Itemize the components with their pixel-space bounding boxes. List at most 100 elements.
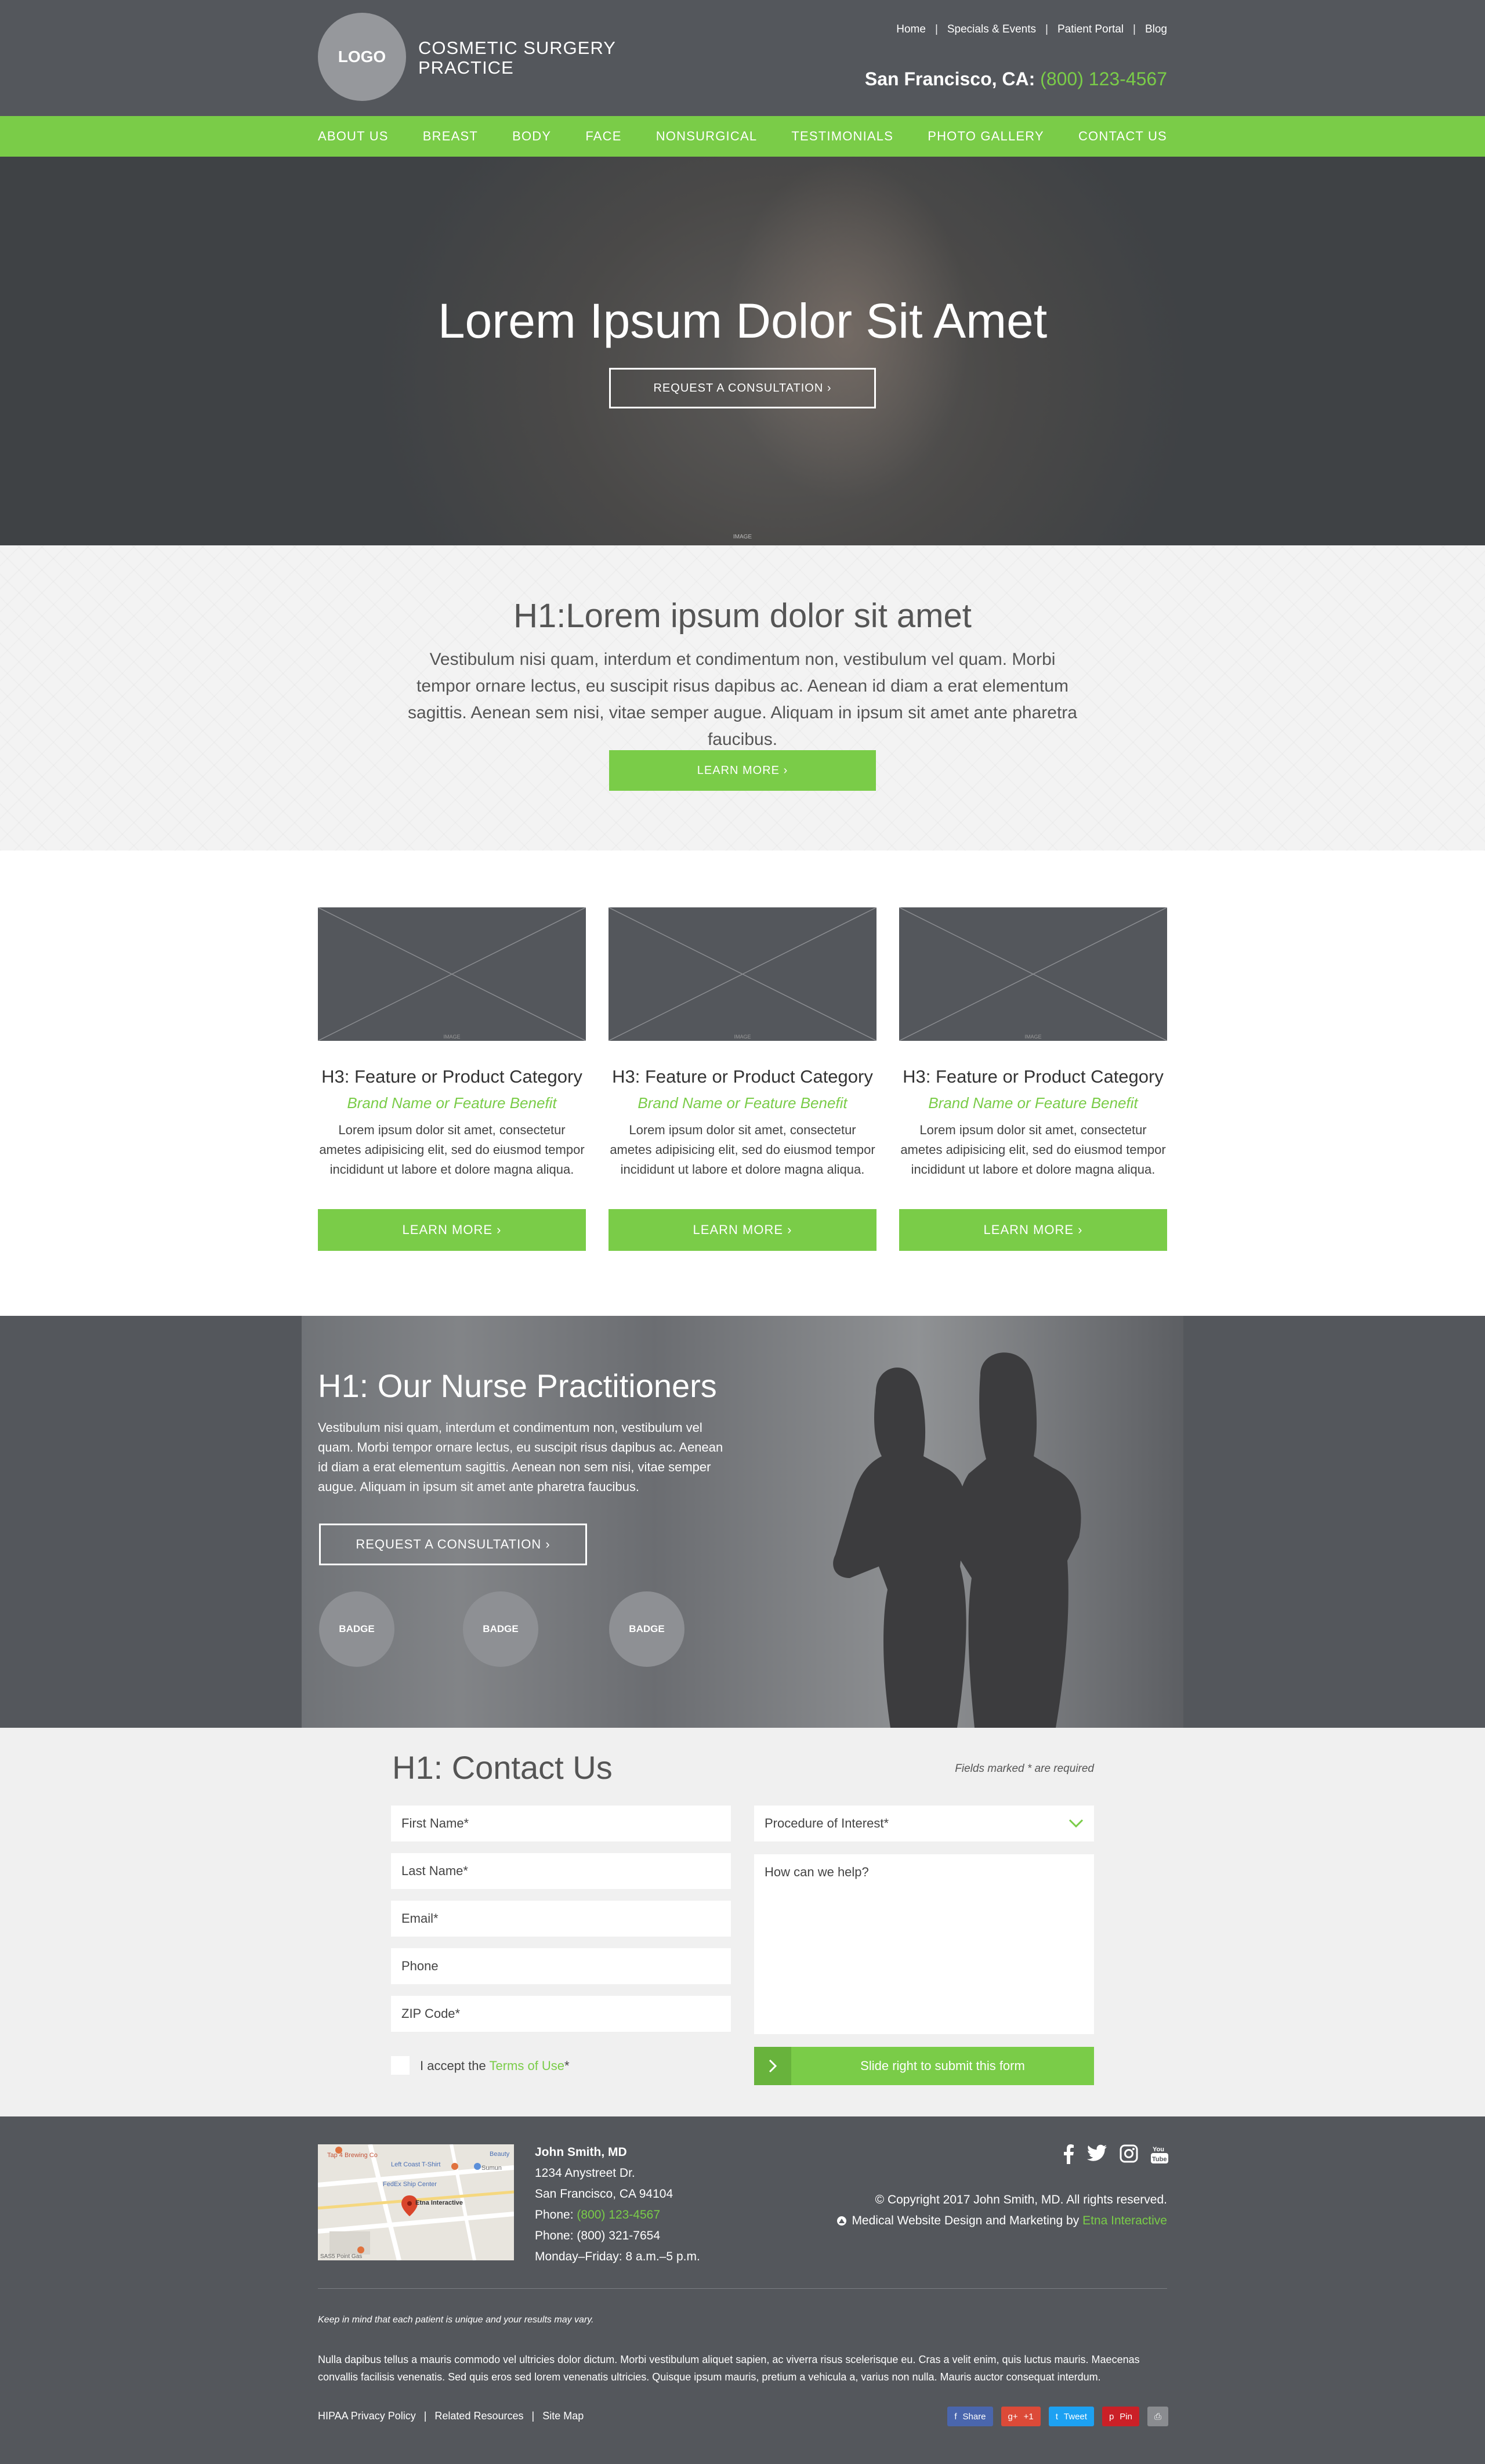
link-site-map[interactable]: Site Map	[542, 2410, 584, 2422]
link-home[interactable]: Home	[896, 23, 926, 36]
logo[interactable]: LOGO	[318, 13, 406, 101]
email-field[interactable]: Email*	[391, 1901, 731, 1937]
feature-card: IMAGE H3: Feature or Product Category Br…	[609, 907, 876, 1251]
link-patient-portal[interactable]: Patient Portal	[1057, 23, 1124, 36]
hero-background-image	[626, 157, 1102, 545]
image-label: IMAGE	[1024, 1034, 1042, 1040]
feature-title: H3: Feature or Product Category	[612, 1066, 873, 1087]
feature-learn-more-button[interactable]: LEARN MORE ›	[609, 1209, 876, 1251]
main-nav: ABOUT US BREAST BODY FACE NONSURGICAL TE…	[0, 116, 1485, 157]
tweet-button[interactable]: t Tweet	[1048, 2407, 1094, 2426]
hero-banner: Lorem Ipsum Dolor Sit Amet REQUEST A CON…	[0, 157, 1485, 545]
slide-handle[interactable]	[754, 2047, 791, 2085]
practice-address: John Smith, MD 1234 Anystreet Dr. San Fr…	[535, 2142, 700, 2267]
image-label: IMAGE	[734, 1034, 751, 1040]
pinterest-button[interactable]: p Pin	[1102, 2407, 1139, 2426]
nav-photo-gallery[interactable]: PHOTO GALLERY	[928, 129, 1044, 144]
nav-breast[interactable]: BREAST	[423, 129, 478, 144]
slide-label: Slide right to submit this form	[860, 2058, 1025, 2073]
last-name-field[interactable]: Last Name*	[391, 1853, 731, 1889]
print-button[interactable]: ⎙	[1147, 2407, 1168, 2426]
share-label: Share	[962, 2411, 986, 2422]
facebook-share-button[interactable]: f Share	[947, 2407, 993, 2426]
site-footer: Tap 4 Brewing Co Left Coast T-Shirt FedE…	[0, 2116, 1485, 2464]
slide-to-submit[interactable]: Slide right to submit this form	[754, 2047, 1094, 2085]
map-label: FedEx Ship Center	[383, 2181, 437, 2188]
hero-image-label: IMAGE	[733, 534, 752, 540]
nurse-section: H1: Our Nurse Practitioners Vestibulum n…	[0, 1316, 1485, 1728]
feature-image-placeholder: IMAGE	[899, 907, 1167, 1041]
share-label: Tweet	[1063, 2411, 1087, 2422]
footer-text: Nulla dapibus tellus a mauris commodo ve…	[318, 2354, 1140, 2383]
phone-primary: Phone: (800) 123-4567	[535, 2205, 700, 2226]
google-plus-share-button[interactable]: g+ +1	[1001, 2407, 1041, 2426]
map-label: Sumun	[481, 2165, 502, 2172]
terms-prefix: I accept the	[420, 2058, 490, 2073]
map-label: SAS5 Point Gas	[320, 2253, 362, 2260]
link-related-resources[interactable]: Related Resources	[434, 2410, 523, 2422]
terms-checkbox[interactable]	[391, 2056, 410, 2075]
phone-link[interactable]: (800) 123-4567	[577, 2208, 660, 2221]
feature-learn-more-button[interactable]: LEARN MORE ›	[899, 1209, 1167, 1251]
intro-text: Vestibulum nisi quam, interdum et condim…	[408, 650, 1077, 749]
separator: |	[935, 23, 938, 35]
image-placeholder-cross	[609, 907, 876, 1041]
feature-image-placeholder: IMAGE	[318, 907, 586, 1041]
intro-learn-more-button[interactable]: LEARN MORE ›	[609, 750, 876, 791]
badge: BADGE	[609, 1591, 684, 1667]
feature-title: H3: Feature or Product Category	[321, 1066, 582, 1087]
chevron-right-icon	[769, 2059, 777, 2073]
nav-body[interactable]: BODY	[512, 129, 551, 144]
map-label: Tap 4 Brewing Co	[327, 2152, 378, 2159]
separator: |	[1045, 23, 1048, 35]
hero-consultation-button[interactable]: REQUEST A CONSULTATION ›	[609, 368, 876, 408]
first-name-field[interactable]: First Name*	[391, 1806, 731, 1841]
facebook-icon: f	[954, 2411, 957, 2422]
link-hipaa-privacy[interactable]: HIPAA Privacy Policy	[318, 2410, 416, 2422]
phone-secondary: Phone: (800) 321-7654	[535, 2229, 660, 2242]
twitter-icon[interactable]	[1087, 2144, 1107, 2162]
nurse-consultation-button[interactable]: REQUEST A CONSULTATION ›	[319, 1524, 587, 1565]
features-section: IMAGE H3: Feature or Product Category Br…	[0, 851, 1485, 1316]
nav-face[interactable]: FACE	[585, 129, 621, 144]
etna-interactive-link[interactable]: Etna Interactive	[1082, 2214, 1167, 2227]
feature-subtitle: Brand Name or Feature Benefit	[638, 1094, 847, 1112]
chevron-down-icon	[1069, 1819, 1084, 1828]
feature-text: Lorem ipsum dolor sit amet, consectetur …	[900, 1123, 1166, 1177]
map-label: Etna Interactive	[415, 2199, 463, 2206]
print-icon: ⎙	[1154, 2411, 1161, 2422]
location-map[interactable]: Tap 4 Brewing Co Left Coast T-Shirt FedE…	[318, 2144, 514, 2260]
intro-title: H1:Lorem ipsum dolor sit amet	[513, 597, 972, 635]
youtube-icon[interactable]: You Tube	[1151, 2144, 1168, 2164]
image-label: IMAGE	[443, 1034, 461, 1040]
zip-code-field[interactable]: ZIP Code*	[391, 1996, 731, 2032]
message-textarea[interactable]: How can we help?	[754, 1854, 1094, 2034]
feature-learn-more-button[interactable]: LEARN MORE ›	[318, 1209, 586, 1251]
feature-card: IMAGE H3: Feature or Product Category Br…	[899, 907, 1167, 1251]
nav-contact-us[interactable]: CONTACT US	[1078, 129, 1167, 144]
contact-title: H1: Contact Us	[392, 1749, 613, 1786]
etna-logo-icon	[837, 2216, 847, 2226]
nav-testimonials[interactable]: TESTIMONIALS	[791, 129, 893, 144]
twitter-icon: t	[1055, 2411, 1058, 2422]
link-specials[interactable]: Specials & Events	[947, 23, 1036, 36]
procedure-select-label: Procedure of Interest*	[765, 1816, 889, 1830]
nav-nonsurgical[interactable]: NONSURGICAL	[656, 129, 758, 144]
image-placeholder-cross	[899, 907, 1167, 1041]
facebook-icon[interactable]	[1063, 2144, 1074, 2164]
google-plus-icon: g+	[1008, 2411, 1018, 2422]
link-blog[interactable]: Blog	[1145, 23, 1167, 36]
phone-label: Phone:	[535, 2208, 577, 2221]
main-nav-items: ABOUT US BREAST BODY FACE NONSURGICAL TE…	[318, 116, 1167, 157]
phone-link[interactable]: (800) 123-4567	[1040, 68, 1167, 89]
phone-field[interactable]: Phone	[391, 1948, 731, 1984]
nav-about-us[interactable]: ABOUT US	[318, 129, 389, 144]
terms-of-use-link[interactable]: Terms of Use	[489, 2058, 564, 2073]
results-disclaimer: Keep in mind that each patient is unique…	[318, 2315, 594, 2325]
procedure-select[interactable]: Procedure of Interest*	[754, 1806, 1094, 1841]
location-label: San Francisco, CA:	[864, 68, 1035, 89]
city-address: San Francisco, CA 94104	[535, 2187, 673, 2201]
copyright-text: © Copyright 2017 John Smith, MD. All rig…	[875, 2193, 1167, 2206]
badge: BADGE	[319, 1591, 394, 1667]
instagram-icon[interactable]	[1120, 2144, 1138, 2163]
